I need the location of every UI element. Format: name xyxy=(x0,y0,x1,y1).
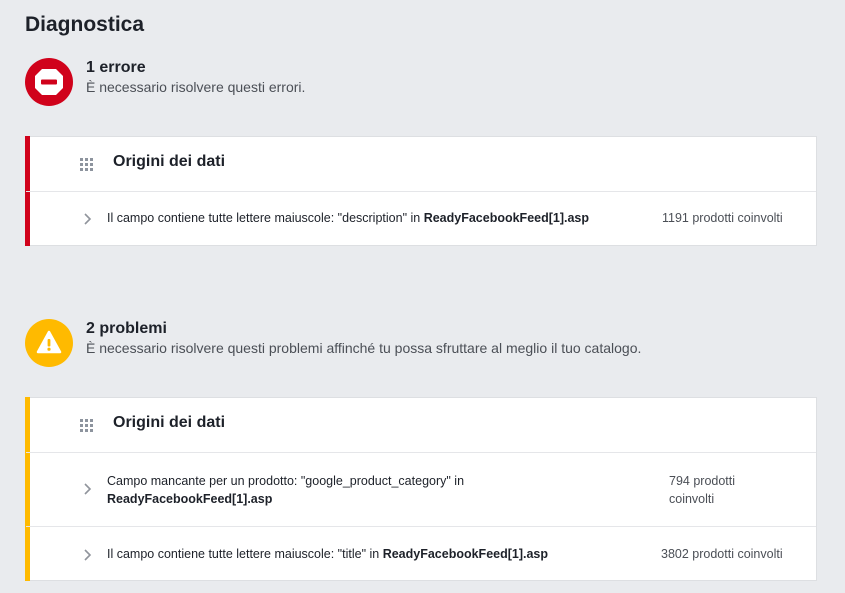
warning-row-file: ReadyFacebookFeed[1].asp xyxy=(107,492,273,506)
warning-row-message: Campo mancante per un prodotto: "google_… xyxy=(107,474,465,488)
errors-description: È necessario risolvere questi errori. xyxy=(86,79,306,95)
errors-card: Origini dei dati Il campo contiene tutte… xyxy=(25,136,817,246)
warning-row[interactable]: Campo mancante per un prodotto: "google_… xyxy=(26,453,816,527)
warnings-card-title: Origini dei dati xyxy=(113,414,226,431)
page-title: Diagnostica xyxy=(25,13,145,36)
grid-icon xyxy=(80,158,93,171)
grid-icon xyxy=(80,419,93,432)
warning-row-message: Il campo contiene tutte lettere maiuscol… xyxy=(107,547,383,561)
error-row-file: ReadyFacebookFeed[1].asp xyxy=(423,211,590,225)
chevron-right-icon[interactable] xyxy=(83,482,92,496)
warnings-card: Origini dei dati Campo mancante per un p… xyxy=(25,397,817,581)
error-row-count: 1191 prodotti coinvolti xyxy=(662,211,783,225)
errors-title: 1 errore xyxy=(86,59,146,76)
error-row[interactable]: Il campo contiene tutte lettere maiuscol… xyxy=(26,192,816,246)
warnings-summary: 2 problemi È necessario risolvere questi… xyxy=(25,319,745,369)
warning-row-count: 794 prodotti coinvolti xyxy=(669,474,736,506)
warning-row-count: 3802 prodotti coinvolti xyxy=(661,547,783,561)
chevron-right-icon[interactable] xyxy=(83,548,92,562)
chevron-right-icon[interactable] xyxy=(83,212,92,226)
warnings-title: 2 problemi xyxy=(86,320,167,337)
warning-row[interactable]: Il campo contiene tutte lettere maiuscol… xyxy=(26,527,816,582)
warning-row-file: ReadyFacebookFeed[1].asp xyxy=(382,547,549,561)
warnings-description: È necessario risolvere questi problemi a… xyxy=(86,340,642,356)
errors-card-title: Origini dei dati xyxy=(113,153,226,170)
no-entry-icon xyxy=(25,58,73,106)
warning-row-text: Campo mancante per un prodotto: "google_… xyxy=(107,472,547,508)
error-row-message: Il campo contiene tutte lettere maiuscol… xyxy=(107,211,424,225)
error-row-text: Il campo contiene tutte lettere maiuscol… xyxy=(107,209,589,227)
errors-card-header: Origini dei dati xyxy=(26,137,816,192)
warning-icon xyxy=(25,319,73,367)
errors-summary: 1 errore È necessario risolvere questi e… xyxy=(25,58,425,108)
warnings-card-header: Origini dei dati xyxy=(26,398,816,453)
warning-row-text: Il campo contiene tutte lettere maiuscol… xyxy=(107,545,548,563)
